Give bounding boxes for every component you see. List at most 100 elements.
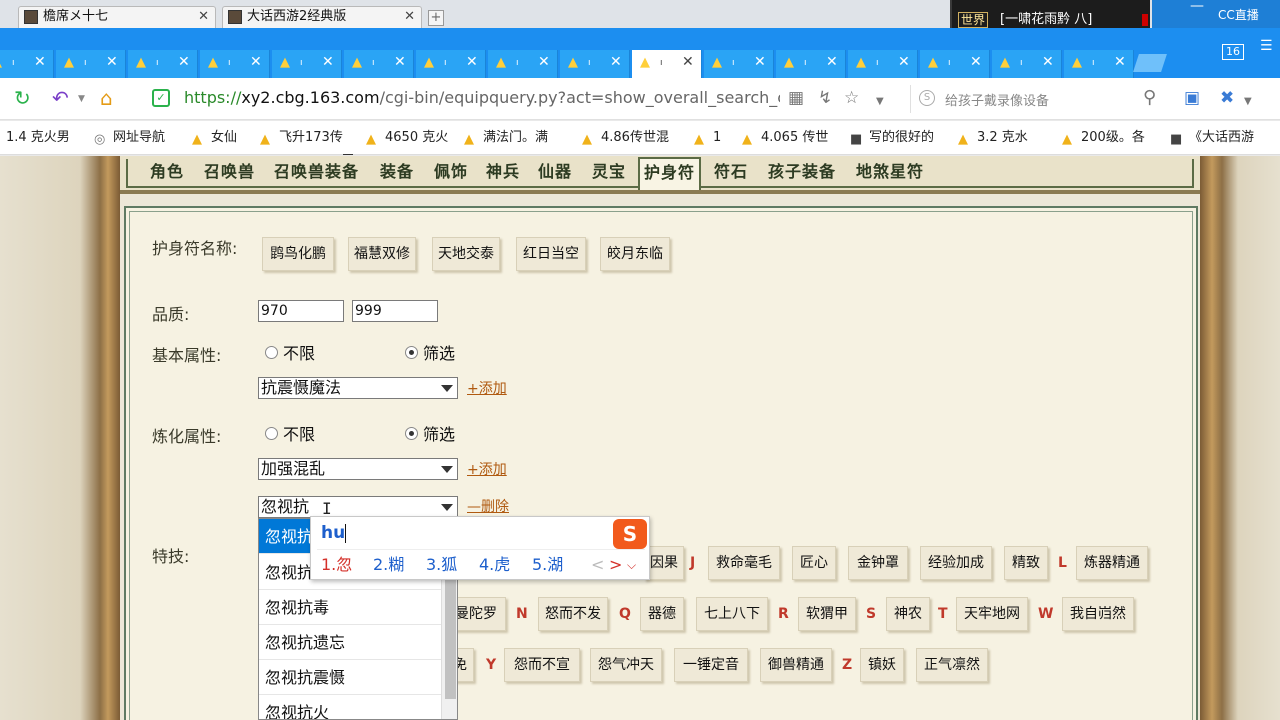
skill-option[interactable]: 软猬甲 [798,597,856,631]
skill-option[interactable]: 一锤定音 [674,648,748,682]
browser-tab[interactable]: ı✕ [848,50,918,78]
tab-amulet[interactable]: 护身符 [638,157,702,190]
browser-tab[interactable]: ı✕ [56,50,126,78]
browser-tab[interactable]: ı✕ [992,50,1062,78]
skill-option[interactable]: 器德 [640,597,684,631]
chevron-down-icon[interactable]: ▼ [78,94,85,104]
browser-tab[interactable]: ı✕ [1064,50,1134,78]
browser-tab[interactable]: ı✕ [488,50,558,78]
browser-tab[interactable]: ı✕ [344,50,414,78]
ime-expand-icon[interactable]: ⌵ [627,555,636,575]
refine-attr-unlimited-radio[interactable] [265,427,278,440]
close-icon[interactable]: ✕ [1042,54,1054,70]
close-icon[interactable]: ✕ [754,54,766,70]
add-basic-attr-link[interactable]: +添加 [467,380,507,398]
dropdown-option[interactable]: 忽视抗遗忘 [259,625,441,660]
tab-accessory[interactable]: 佩饰 [434,161,468,183]
close-icon[interactable]: ✕ [538,54,550,70]
close-icon[interactable]: ✕ [682,54,694,70]
skill-option[interactable]: 炼器精通 [1076,546,1148,580]
skill-letter-index[interactable]: S [866,605,876,623]
bookmark-item[interactable]: 4.86传世混 [582,129,669,147]
basic-attr-unlimited-radio[interactable] [265,346,278,359]
bookmark-item[interactable]: 飞升173传 [260,129,343,147]
ime-candidate[interactable]: 4.虎 [479,555,510,575]
ime-next-page-icon[interactable]: > [609,555,622,575]
close-icon[interactable]: ✕ [1114,54,1126,70]
chevron-down-icon[interactable]: ▼ [876,92,884,112]
tools-icon[interactable]: ✖ [1220,88,1234,108]
tab-equipment[interactable]: 装备 [380,161,414,183]
skill-option[interactable]: 镇妖 [860,648,904,682]
amulet-name-option[interactable]: 鹍鸟化鹏 [262,237,334,271]
undo-icon[interactable]: ↶ [52,86,69,110]
tab-count-badge[interactable]: 16 [1222,44,1244,60]
tab-rune-stone[interactable]: 符石 [714,161,748,183]
tab-pet[interactable]: 召唤兽 [204,161,255,183]
bookmark-item[interactable]: 《大话西游 [1170,129,1254,147]
tab-role[interactable]: 角色 [150,161,184,183]
refine-attr-select-2[interactable]: 忽视抗 [258,496,458,518]
new-tab-button[interactable] [1133,54,1167,72]
os-tab-2[interactable]: 大话西游2经典版 ✕ [222,6,422,28]
bookmark-item[interactable]: 1 [694,129,721,147]
skill-letter-index[interactable]: Z [842,656,852,674]
extension-icon[interactable]: ▣ [1184,88,1200,108]
skill-option[interactable]: 怨而不宣 [504,648,580,682]
skill-option[interactable]: 金钟罩 [848,546,908,580]
shield-icon[interactable]: ✓ [152,89,170,107]
close-icon[interactable]: ✕ [250,54,262,70]
basic-attr-filter-radio[interactable] [405,346,418,359]
tab-earth-star-rune[interactable]: 地煞星符 [856,161,924,183]
refine-attr-select-1[interactable]: 加强混乱 [258,458,458,480]
skill-letter-index[interactable]: L [1058,554,1067,572]
close-icon[interactable]: ✕ [178,54,190,70]
close-icon[interactable]: ✕ [322,54,334,70]
close-icon[interactable]: ✕ [404,7,415,27]
sogou-logo-icon[interactable]: S [613,519,647,549]
dropdown-option[interactable]: 忽视抗毒 [259,590,441,625]
bookmark-item[interactable]: 写的很好的 [850,129,934,147]
browser-tab-active[interactable]: ı✕ [632,50,702,78]
new-window-button[interactable]: + [428,10,444,26]
skill-option[interactable]: 因果 [644,546,684,580]
browser-tab[interactable]: ı✕ [920,50,990,78]
browser-tab[interactable]: ı✕ [0,50,54,78]
browser-tab[interactable]: ı✕ [200,50,270,78]
skill-letter-index[interactable]: W [1038,605,1053,623]
bookmark-item[interactable]: 3.2 克水 [958,129,1028,147]
ime-candidate[interactable]: 1.忽 [321,555,352,575]
browser-tab[interactable]: ı✕ [776,50,846,78]
browser-tab[interactable]: ı✕ [128,50,198,78]
browser-tab[interactable]: ı✕ [272,50,342,78]
skill-letter-index[interactable]: T [938,605,948,623]
browser-tab[interactable]: ı✕ [560,50,630,78]
close-icon[interactable]: ✕ [826,54,838,70]
chevron-down-icon[interactable]: ▼ [1244,92,1252,112]
skill-letter-index[interactable]: R [778,605,789,623]
bookmark-item[interactable]: 4650 克火 [366,129,448,147]
tab-menu-icon[interactable]: ☰ [1260,38,1273,54]
skill-option[interactable]: 怒而不发 [538,597,608,631]
search-icon[interactable]: ⚲ [1143,87,1156,108]
close-icon[interactable]: ✕ [34,54,46,70]
home-icon[interactable]: ⌂ [100,86,113,110]
skill-option[interactable]: 经验加成 [920,546,992,580]
skill-option[interactable]: 怨气冲天 [590,648,662,682]
add-refine-attr-link[interactable]: +添加 [467,461,507,479]
refine-attr-filter-radio[interactable] [405,427,418,440]
skill-option[interactable]: 匠心 [792,546,836,580]
tab-pet-equipment[interactable]: 召唤兽装备 [274,161,359,183]
amulet-name-option[interactable]: 皎月东临 [600,237,670,271]
amulet-name-option[interactable]: 天地交泰 [432,237,500,271]
dropdown-option[interactable]: 忽视抗火 [259,695,441,719]
skill-option[interactable]: 天牢地网 [956,597,1028,631]
delete-refine-attr-link[interactable]: —删除 [467,498,509,516]
chevron-down-icon[interactable] [441,385,453,392]
close-icon[interactable]: ✕ [198,7,209,27]
minimize-button[interactable]: — [1190,0,1204,14]
tab-immortal-tool[interactable]: 仙器 [538,161,572,183]
bookmark-item[interactable]: 4.065 传世 [742,129,828,147]
quality-max-input[interactable]: 999 [352,300,438,322]
bookmark-item[interactable]: 网址导航 [94,129,165,147]
